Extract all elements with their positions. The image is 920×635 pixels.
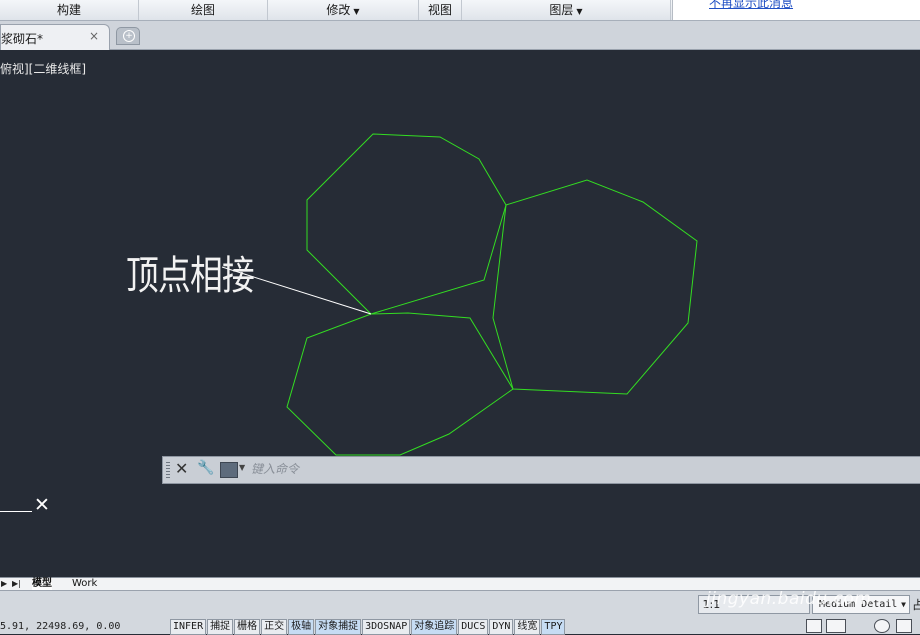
command-input[interactable] (251, 460, 851, 478)
workspace-icon[interactable] (896, 619, 912, 633)
ucs-axis-line (0, 511, 32, 512)
panel-label: 构建 (56, 3, 81, 17)
command-prompt-icon[interactable] (220, 462, 238, 478)
wrench-icon[interactable]: 🔧 (197, 460, 214, 476)
layout-view-icon[interactable] (826, 619, 846, 633)
coordinate-readout[interactable]: 5.91, 22498.69, 0.00 (0, 621, 120, 632)
first-layout-button[interactable]: ▶ (1, 579, 9, 589)
document-tab[interactable]: 浆砌石* × (0, 24, 110, 50)
drawing-viewport[interactable]: 俯视][二维线框] 顶点相接 (0, 50, 920, 577)
tab-model[interactable]: 模型 (32, 578, 52, 590)
gear-icon[interactable] (874, 619, 890, 633)
last-layout-button[interactable]: ▶| (12, 579, 24, 589)
dont-show-again-link[interactable]: 不再显示此消息 (709, 0, 793, 11)
model-space-icon[interactable] (806, 619, 822, 633)
watermark-text: jingyan.baidu.com (706, 589, 872, 609)
tab-work[interactable]: Work (72, 578, 97, 590)
chevron-down-icon[interactable]: ▼ (239, 463, 245, 472)
document-tab-strip: 浆砌石* × + (0, 21, 920, 50)
notification-panel: 不再显示此消息 (672, 0, 920, 20)
close-icon[interactable]: × (89, 29, 99, 43)
document-tab-label: 浆砌石* (1, 32, 44, 46)
chevron-down-icon: ▼ (901, 600, 906, 609)
ucs-x-icon: ✕ (34, 494, 50, 516)
chevron-down-icon: ▼ (576, 7, 583, 16)
drag-grip-handle[interactable] (166, 462, 170, 478)
ribbon: 构建 绘图 修改 ▼ 视图 图层 ▼ 不再显示此消息 (0, 0, 920, 21)
ribbon-panel-build[interactable]: 构建 (0, 0, 139, 20)
drawing-canvas (221, 133, 698, 456)
stone-polygon-top (306, 133, 507, 315)
panel-label: 图层 (549, 3, 574, 17)
new-tab-button[interactable]: + (116, 27, 140, 45)
chevron-down-icon: ▼ (353, 7, 360, 16)
stone-polygon-bottom (286, 312, 514, 456)
command-line: ✕ 🔧 ▼ (162, 456, 920, 484)
close-icon[interactable]: ✕ (175, 459, 188, 478)
tray-label: 占 (912, 598, 920, 612)
drafting-toggles: INFER 捕捉 栅格 正交 极轴 对象捕捉 3DOSNAP 对象追踪 DUCS… (170, 619, 566, 635)
stone-polygon-right (492, 179, 698, 395)
ribbon-panel-view[interactable]: 视图 (419, 0, 462, 20)
vertex-annotation-text: 顶点相接 (126, 253, 255, 299)
panel-label: 修改 (326, 3, 351, 17)
ribbon-panel-layers[interactable]: 图层 ▼ (462, 0, 671, 20)
panel-label: 视图 (427, 3, 452, 17)
ribbon-panel-modify[interactable]: 修改 ▼ (268, 0, 419, 20)
ribbon-panel-draw[interactable]: 绘图 (139, 0, 268, 20)
plus-icon: + (123, 30, 135, 42)
panel-label: 绘图 (190, 3, 215, 17)
